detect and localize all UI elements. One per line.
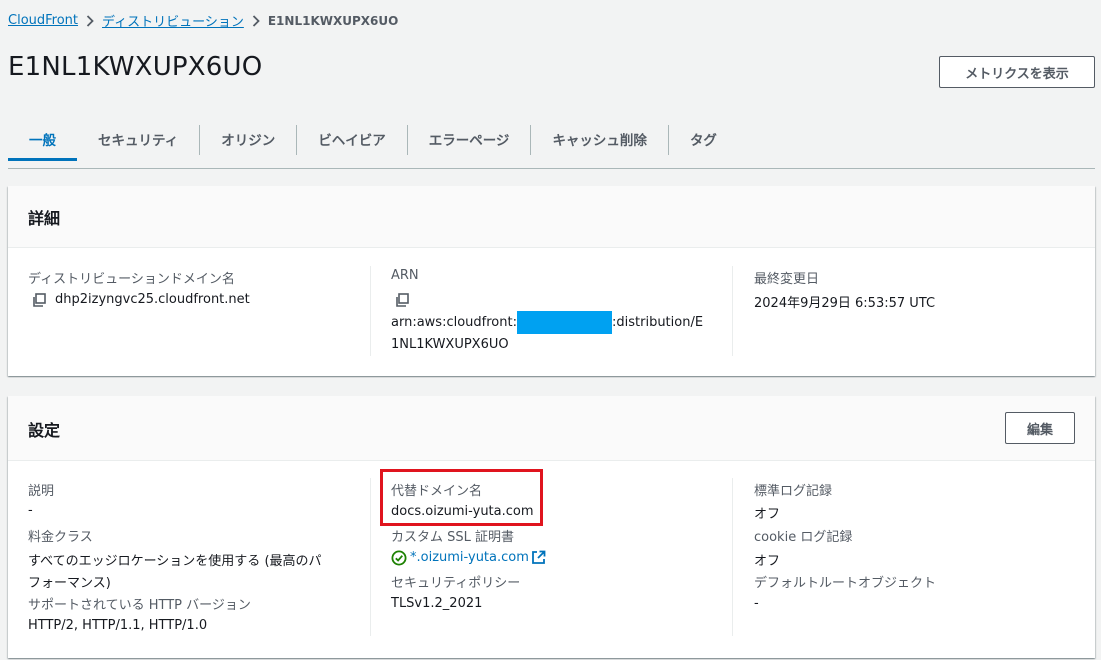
details-header: 詳細 (8, 186, 1095, 248)
distribution-domain-label: ディストリビューションドメイン名 (28, 272, 235, 287)
settings-title: 設定 (28, 421, 61, 440)
settings-header: 設定 編集 (8, 396, 1095, 461)
redacted-account-id (517, 311, 612, 334)
tab-security[interactable]: セキュリティ (77, 117, 199, 160)
distribution-domain-value: dhp2izyngvc25.cloudfront.net (55, 292, 250, 307)
breadcrumb-distributions[interactable]: ディストリビューション (102, 11, 244, 30)
last-modified-value: 2024年9月29日 6:53:57 UTC (754, 296, 936, 311)
tab-origins[interactable]: オリジン (200, 117, 296, 160)
arn-value-part3: 1NL1KWXUPX6UO (391, 337, 509, 352)
tab-invalidations[interactable]: キャッシュ削除 (531, 117, 668, 160)
breadcrumb-cloudfront[interactable]: CloudFront (8, 13, 78, 28)
copy-icon[interactable] (31, 292, 47, 308)
description-value: - (28, 503, 33, 518)
security-policy-value: TLSv1.2_2021 (391, 596, 483, 611)
column-divider (370, 478, 371, 636)
arn-value-part2: :distribution/E (612, 315, 704, 330)
breadcrumb: CloudFront ディストリビューション E1NL1KWXUPX6UO (8, 11, 398, 30)
column-divider (732, 266, 733, 356)
default-root-object-label: デフォルトルートオブジェクト (754, 576, 937, 591)
column-divider (370, 266, 371, 356)
edit-button[interactable]: 編集 (1005, 412, 1075, 444)
details-panel: 詳細 ディストリビューションドメイン名 dhp2izyngvc25.cloudf… (8, 186, 1095, 376)
cookie-logging-value: オフ (754, 554, 781, 569)
details-title: 詳細 (28, 209, 61, 228)
tab-tags[interactable]: タグ (669, 117, 738, 160)
price-class-value: すべてのエッジロケーションを使用する (最高のパ (28, 554, 322, 569)
description-label: 説明 (28, 484, 55, 499)
tab-general[interactable]: 一般 (8, 117, 77, 161)
tab-bar: 一般 セキュリティ オリジン ビヘイビア エラーページ キャッシュ削除 タグ (8, 124, 1095, 169)
price-class-value-cont: フォーマンス) (28, 576, 111, 591)
breadcrumb-current: E1NL1KWXUPX6UO (267, 13, 399, 28)
chevron-right-icon (78, 14, 102, 27)
tab-error-pages[interactable]: エラーページ (408, 117, 531, 160)
cookie-logging-label: cookie ログ記録 (754, 530, 853, 545)
default-root-object-value: - (754, 596, 759, 611)
http-versions-label: サポートされている HTTP バージョン (28, 598, 251, 613)
chevron-right-icon (244, 14, 268, 27)
column-divider (732, 478, 733, 636)
arn-label: ARN (391, 268, 419, 283)
price-class-label: 料金クラス (28, 530, 93, 545)
ssl-certificate-link[interactable]: *.oizumi-yuta.com (410, 550, 529, 565)
view-metrics-button[interactable]: メトリクスを表示 (939, 56, 1095, 88)
arn-value-part1: arn:aws:cloudfront:: (391, 315, 522, 330)
http-versions-value: HTTP/2, HTTP/1.1, HTTP/1.0 (28, 618, 208, 633)
external-link-icon[interactable] (531, 550, 546, 565)
tab-behaviors[interactable]: ビヘイビア (297, 117, 407, 160)
last-modified-label: 最終変更日 (754, 272, 820, 287)
standard-logging-value: オフ (754, 507, 781, 522)
standard-logging-label: 標準ログ記録 (754, 484, 833, 499)
page-title: E1NL1KWXUPX6UO (8, 52, 263, 82)
check-circle-icon (391, 550, 407, 566)
copy-icon[interactable] (394, 292, 410, 308)
settings-panel: 設定 編集 説明 - 料金クラス すべてのエッジロケーションを使用する (最高の… (8, 396, 1095, 658)
annotation-highlight-box (380, 469, 543, 526)
security-policy-label: セキュリティポリシー (391, 576, 521, 591)
custom-ssl-label: カスタム SSL 証明書 (391, 530, 515, 545)
